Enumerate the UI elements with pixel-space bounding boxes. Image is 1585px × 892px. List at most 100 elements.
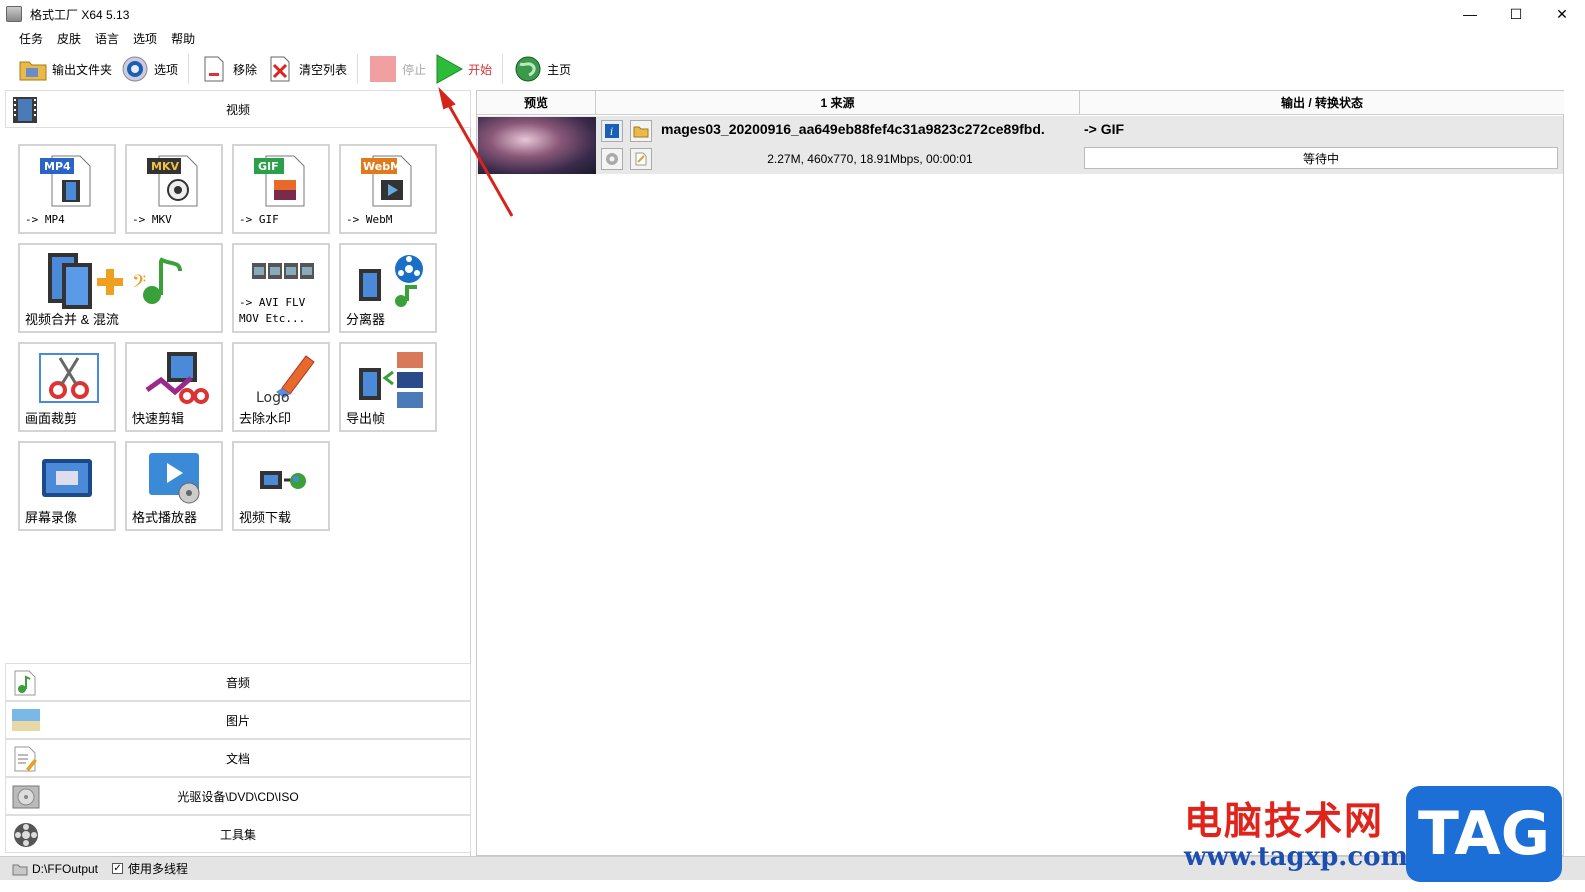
toolbar-separator	[502, 54, 504, 84]
menu-bar: 任务 皮肤 语言 选项 帮助	[0, 28, 1585, 48]
start-button[interactable]: 开始	[430, 52, 496, 86]
svg-text:MKV: MKV	[151, 160, 179, 173]
category-panel: 视频 MP4 -> MP4 MKV -> MKV GIF -> GIF WebM	[3, 90, 471, 856]
stop-button[interactable]: 停止	[364, 52, 430, 86]
play-icon	[434, 54, 464, 84]
task-row[interactable]: i mages03_20200916_aa649eb88fef4c31a9823…	[477, 116, 1563, 174]
film-icon	[12, 96, 40, 124]
player-icon	[145, 449, 205, 507]
globe-icon	[513, 54, 543, 84]
tile-format-player[interactable]: 格式播放器	[125, 441, 223, 531]
output-format: -> GIF	[1084, 121, 1125, 137]
remove-file-icon	[199, 54, 229, 84]
svg-text:GIF: GIF	[258, 160, 279, 173]
options-button[interactable]: 选项	[116, 52, 182, 86]
tile-video-download[interactable]: 视频下载	[232, 441, 330, 531]
conversion-status: 等待中	[1084, 147, 1558, 169]
svg-text:i: i	[610, 127, 613, 138]
home-button[interactable]: 主页	[509, 52, 575, 86]
clear-list-button[interactable]: 清空列表	[261, 52, 351, 86]
screen-record-icon	[38, 449, 98, 507]
column-header-preview[interactable]: 预览	[477, 91, 596, 115]
format-strip-icon	[252, 259, 314, 285]
window-title: 格式工厂 X64 5.13	[30, 7, 130, 22]
category-image[interactable]: 图片	[5, 701, 471, 739]
tile-to-mkv[interactable]: MKV -> MKV	[125, 144, 223, 234]
tile-screen-record[interactable]: 屏幕录像	[18, 441, 116, 531]
tile-remove-watermark[interactable]: Logo 去除水印	[232, 342, 330, 432]
category-audio[interactable]: 音频	[5, 663, 471, 701]
document-icon	[12, 745, 40, 773]
quick-clip-icon	[145, 350, 209, 408]
tile-to-mp4[interactable]: MP4 -> MP4	[18, 144, 116, 234]
tile-quick-clip[interactable]: 快速剪辑	[125, 342, 223, 432]
watermark-site-name: 电脑技术网	[1184, 799, 1385, 843]
toolbar: 输出文件夹 选项 移除 清空列表 停止 开始 主页	[0, 50, 1585, 88]
eraser-logo-icon: Logo	[252, 350, 315, 408]
stop-icon	[368, 54, 398, 84]
source-filename: mages03_20200916_aa649eb88fef4c31a9823c2…	[661, 121, 1045, 137]
maximize-button[interactable]: ☐	[1493, 0, 1539, 28]
merge-music-icon: 𝄢	[40, 251, 200, 309]
picture-icon	[12, 707, 40, 735]
webm-file-icon: WebM	[359, 152, 419, 210]
splitter-icon	[359, 251, 423, 309]
preview-thumbnail	[478, 117, 596, 174]
open-folder-icon[interactable]	[630, 120, 652, 142]
folder-icon	[18, 54, 48, 84]
output-path[interactable]: D:\FFOutput	[12, 862, 98, 876]
svg-text:𝄢: 𝄢	[132, 272, 146, 297]
window-controls: — ☐ ✕	[1447, 0, 1585, 28]
mp4-file-icon: MP4	[38, 152, 98, 210]
folder-small-icon	[12, 864, 28, 875]
watermark: 电脑技术网 www.tagxp.com TAG	[1184, 786, 1562, 882]
title-bar: 格式工厂 X64 5.13 — ☐ ✕	[0, 0, 1585, 28]
tile-video-merge-mux[interactable]: 𝄢 视频合并 & 混流	[18, 243, 223, 333]
category-video[interactable]: 视频	[5, 90, 471, 128]
minimize-button[interactable]: —	[1447, 0, 1493, 28]
tile-export-frames[interactable]: 导出帧	[339, 342, 437, 432]
info-icon[interactable]: i	[601, 120, 623, 142]
music-note-icon	[12, 669, 40, 697]
output-folder-button[interactable]: 输出文件夹	[14, 52, 116, 86]
menu-task[interactable]: 任务	[12, 30, 50, 47]
gif-file-icon: GIF	[252, 152, 312, 210]
video-download-icon	[252, 449, 312, 507]
category-document[interactable]: 文档	[5, 739, 471, 777]
column-header-output[interactable]: 输出 / 转换状态	[1080, 91, 1564, 115]
task-list: 预览 1 来源 输出 / 转换状态 i mages03_20200916_aa6…	[476, 90, 1564, 856]
category-toolbox[interactable]: 工具集	[5, 815, 471, 853]
svg-text:MP4: MP4	[44, 160, 71, 173]
menu-skin[interactable]: 皮肤	[50, 30, 88, 47]
mkv-file-icon: MKV	[145, 152, 205, 210]
clear-list-icon	[265, 54, 295, 84]
multithread-checkbox[interactable]: ✓	[112, 863, 124, 874]
toolbar-separator	[357, 54, 359, 84]
app-icon	[6, 6, 22, 22]
remove-button[interactable]: 移除	[195, 52, 261, 86]
watermark-tag-logo: TAG	[1406, 786, 1562, 882]
tile-crop[interactable]: 画面裁剪	[18, 342, 116, 432]
column-header-source[interactable]: 1 来源	[596, 91, 1080, 115]
tile-to-avi-flv-mov[interactable]: -> AVI FLV MOV Etc...	[232, 243, 330, 333]
tile-splitter[interactable]: 分离器	[339, 243, 437, 333]
clip-edit-icon[interactable]	[630, 148, 652, 170]
toolbox-reel-icon	[12, 821, 40, 849]
menu-help[interactable]: 帮助	[164, 30, 202, 47]
disc-drive-icon	[12, 783, 40, 811]
crop-scissors-icon	[38, 350, 99, 408]
settings-gear-icon[interactable]	[601, 148, 623, 170]
export-frames-icon	[359, 350, 423, 408]
svg-text:Logo: Logo	[256, 390, 290, 406]
category-dvd-cd-iso[interactable]: 光驱设备\DVD\CD\ISO	[5, 777, 471, 815]
tile-to-gif[interactable]: GIF -> GIF	[232, 144, 330, 234]
tile-to-webm[interactable]: WebM -> WebM	[339, 144, 437, 234]
toolbar-separator	[188, 54, 190, 84]
menu-options[interactable]: 选项	[126, 30, 164, 47]
gear-icon	[120, 54, 150, 84]
menu-language[interactable]: 语言	[88, 30, 126, 47]
close-button[interactable]: ✕	[1539, 0, 1585, 28]
multithread-toggle[interactable]: ✓ 使用多线程	[112, 860, 188, 877]
watermark-url: www.tagxp.com	[1184, 842, 1409, 872]
svg-text:WebM: WebM	[363, 160, 401, 173]
